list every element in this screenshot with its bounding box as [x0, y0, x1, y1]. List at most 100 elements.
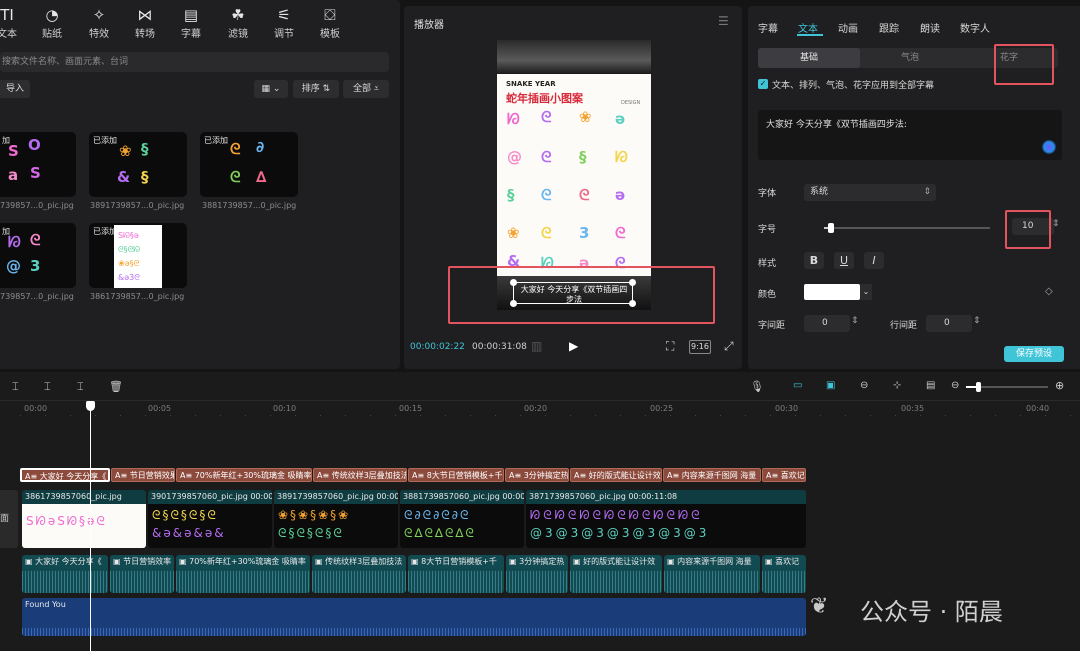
font-select[interactable]: 系统 ⇕ — [804, 184, 936, 201]
text-clip[interactable]: A≡ 70%新年红+30%琉璃金 吸睛率 — [176, 468, 312, 482]
playhead-handle[interactable] — [86, 401, 95, 411]
tab-digital-human[interactable]: 数字人 — [960, 20, 990, 35]
audio-clip[interactable]: ▣ 70%新年红+30%琉璃金 吸睛率 — [176, 555, 310, 593]
underline-button[interactable]: U — [834, 252, 854, 269]
tab-read-aloud[interactable]: 朗读 — [920, 20, 940, 35]
toolbar-subtitle[interactable]: ▤ 字幕 — [166, 6, 216, 40]
main-track-label: 面 — [0, 490, 18, 548]
link-icon[interactable]: ⊖ — [860, 380, 868, 391]
media-thumb[interactable]: 已添加 ᘓ ∂ ᘓ ∆ — [200, 132, 298, 197]
zoom-slider[interactable] — [966, 382, 1048, 392]
video-clip[interactable]: 3891739857060_pic.jpg 00:00 ❀§❀§❀§❀ ᘓ§ᘓ§… — [274, 490, 398, 548]
toolbar-template[interactable]: ⛋ 模板 — [305, 6, 355, 40]
toolbar-filter[interactable]: ☘ 滤镜 — [213, 6, 263, 40]
subtab-basic[interactable]: 基础 — [758, 48, 860, 68]
color-dropdown-icon[interactable]: ⌄ — [860, 284, 872, 300]
bold-button[interactable]: B — [804, 252, 824, 269]
snap-icon[interactable]: ▭ — [793, 380, 802, 391]
tab-text[interactable]: 文本 — [798, 20, 818, 35]
text-clip[interactable]: A≡ 传统纹样3层叠加技法 — [313, 468, 407, 482]
media-thumb[interactable]: 加 SO aS — [0, 132, 76, 197]
fullscreen-icon[interactable]: ⤢ — [724, 339, 734, 354]
audio-clip[interactable]: ▣ 大家好 今天分享《 — [22, 555, 108, 593]
toolbar-sticker[interactable]: ◔ 贴纸 — [27, 6, 77, 40]
zoom-in-icon[interactable]: ⊕ — [1055, 379, 1064, 392]
audio-clip[interactable]: ▣ 节日营销效率 — [110, 555, 174, 593]
size-slider-knob[interactable] — [827, 223, 834, 233]
zoom-out-icon[interactable]: ⊖ — [951, 380, 959, 391]
grid-icon[interactable]: ▥ — [531, 339, 542, 353]
toolbar-transition[interactable]: ⋈ 转场 — [120, 6, 170, 40]
view-mode-button[interactable]: ▦ ⌄ — [254, 80, 288, 98]
video-clip[interactable]: 3861739857060_pic.jpg SᘗəSᘗ§əᘓ — [22, 490, 146, 548]
linkage-icon[interactable]: ▣ — [826, 380, 835, 391]
ruler-tick: 00:40 — [1026, 404, 1050, 413]
audio-clip[interactable]: ▣ 8大节日营销模板+千 — [408, 555, 504, 593]
color-swatch[interactable] — [804, 284, 860, 300]
music-waveform — [22, 628, 806, 636]
search-input[interactable]: 搜索文件名称、画面元素、台词 — [0, 52, 389, 72]
menu-icon[interactable]: ☰ — [718, 14, 729, 28]
audio-clip[interactable]: ▣ 好的版式能让设计效 — [570, 555, 662, 593]
line-spacing-stepper-icon[interactable]: ⇕ — [973, 316, 981, 326]
text-clip[interactable]: A≡ 喜欢记 — [762, 468, 806, 482]
fit-icon[interactable]: ⛶ — [666, 339, 674, 354]
music-clip[interactable]: Found You — [22, 598, 806, 636]
save-preset-button[interactable]: 保存预设 — [1004, 346, 1064, 362]
player-title: 播放器 — [414, 20, 444, 31]
italic-button[interactable]: I — [864, 252, 884, 269]
audio-clip[interactable]: ▣ 内容来源千图网 海量 — [664, 555, 760, 593]
size-stepper-icon[interactable]: ⇕ — [1052, 219, 1060, 229]
tab-animation[interactable]: 动画 — [838, 20, 858, 35]
video-clip[interactable]: 3871739857060_pic.jpg 00:00:11:08 ᘗᘓᘗᘓᘗᘓ… — [526, 490, 806, 548]
media-thumb[interactable]: 加 ᘗᘓ @3 — [0, 223, 76, 288]
size-slider[interactable] — [824, 223, 990, 233]
text-clip[interactable]: A≡ 大家好 今天分享《 — [20, 468, 110, 482]
subtab-bubble[interactable]: 气泡 — [860, 48, 960, 68]
text-clip[interactable]: A≡ 节日营销效果 — [111, 468, 175, 482]
toolbar-adjust[interactable]: ⚟ 调节 — [259, 6, 309, 40]
cover-icon[interactable]: ▤ — [926, 380, 935, 391]
toolbar-effects[interactable]: ✧ 特效 — [74, 6, 124, 40]
video-clip[interactable]: 3881739857060_pic.jpg 00:00 ᘓ∂ᘓ∂ᘓ∂ᘓ ᘓ∆ᘓ∆… — [400, 490, 524, 548]
split-icon[interactable]: ⌶ — [12, 380, 19, 394]
playhead[interactable] — [90, 403, 91, 651]
apply-all-checkbox[interactable]: ✓ — [758, 79, 768, 89]
media-panel: TI 文本 ◔ 贴纸 ✧ 特效 ⋈ 转场 ▤ 字幕 ☘ 滤镜 ⚟ 调节 ⛋ 模板 搜索文件名称、… — [0, 0, 400, 369]
split-right-icon[interactable]: ⌶ — [77, 380, 84, 394]
tab-subtitle[interactable]: 字幕 — [758, 20, 778, 35]
import-button[interactable]: 导入 — [0, 80, 30, 98]
aspect-ratio-button[interactable]: 9:16 — [689, 340, 711, 354]
tab-tracking[interactable]: 跟踪 — [879, 20, 899, 35]
audio-clip[interactable]: ▣ 3分钟搞定热 — [506, 555, 568, 593]
filter-all-button[interactable]: 全部 ⩡ — [343, 80, 389, 98]
zoom-slider-knob[interactable] — [976, 382, 981, 392]
letter-spacing-input[interactable]: 0 — [804, 315, 850, 332]
text-clip[interactable]: A≡ 好的版式能让设计效 — [570, 468, 662, 482]
sticker-icon: ◔ — [45, 6, 59, 24]
play-icon[interactable]: ▶ — [569, 339, 578, 353]
delete-icon[interactable]: 🗑 — [109, 380, 123, 393]
media-thumb-selected[interactable]: 已添加 Sᘗ§ə ᘓ§ᘓᘗ ❀ə§ᘓ &ə3ᘓ — [89, 223, 187, 288]
clip-thumbnails: SᘗəSᘗ§əᘓ — [22, 504, 146, 548]
text-clip[interactable]: A≡ 3分钟搞定热 — [505, 468, 569, 482]
line-spacing-input[interactable]: 0 — [926, 315, 972, 332]
audio-clip[interactable]: ▣ 传统纹样3层叠加技法 — [312, 555, 406, 593]
poster-image: SNAKE YEAR 蛇年插画小图案 DESIGN ᘗ ᘓ ❀ ə @ ᘓ § ᘗ § ᘓ ᘓ ə… — [497, 74, 651, 276]
line-spacing-label: 行间距 — [890, 321, 918, 331]
text-content-input[interactable]: 大家好 今天分享《双节插画四步法: — [758, 110, 1062, 160]
keyframe-icon[interactable]: ◇ — [1045, 286, 1053, 297]
media-thumb[interactable]: 已添加 ❀ § & § — [89, 132, 187, 197]
video-clip[interactable]: 3901739857060_pic.jpg 00:00 ᘓ§ᘓ§ᘓ§ᘓ &ə&ə… — [148, 490, 272, 548]
letter-spacing-stepper-icon[interactable]: ⇕ — [851, 316, 859, 326]
sort-button[interactable]: 排序 ⇅ — [293, 80, 339, 98]
split-left-icon[interactable]: ⌶ — [44, 380, 51, 394]
ruler-tick: 00:05 — [148, 404, 172, 413]
text-clip[interactable]: A≡ 8大节日营销模板+千 — [408, 468, 504, 482]
ai-assistant-icon[interactable] — [1042, 140, 1056, 154]
highlight-box — [994, 44, 1054, 85]
text-clip[interactable]: A≡ 内容来源千图网 海量 — [663, 468, 761, 482]
preview-axis-icon[interactable]: ⊹ — [893, 380, 901, 391]
microphone-icon[interactable]: 🎙 — [750, 380, 764, 393]
audio-clip[interactable]: ▣ 喜欢记 — [762, 555, 806, 593]
